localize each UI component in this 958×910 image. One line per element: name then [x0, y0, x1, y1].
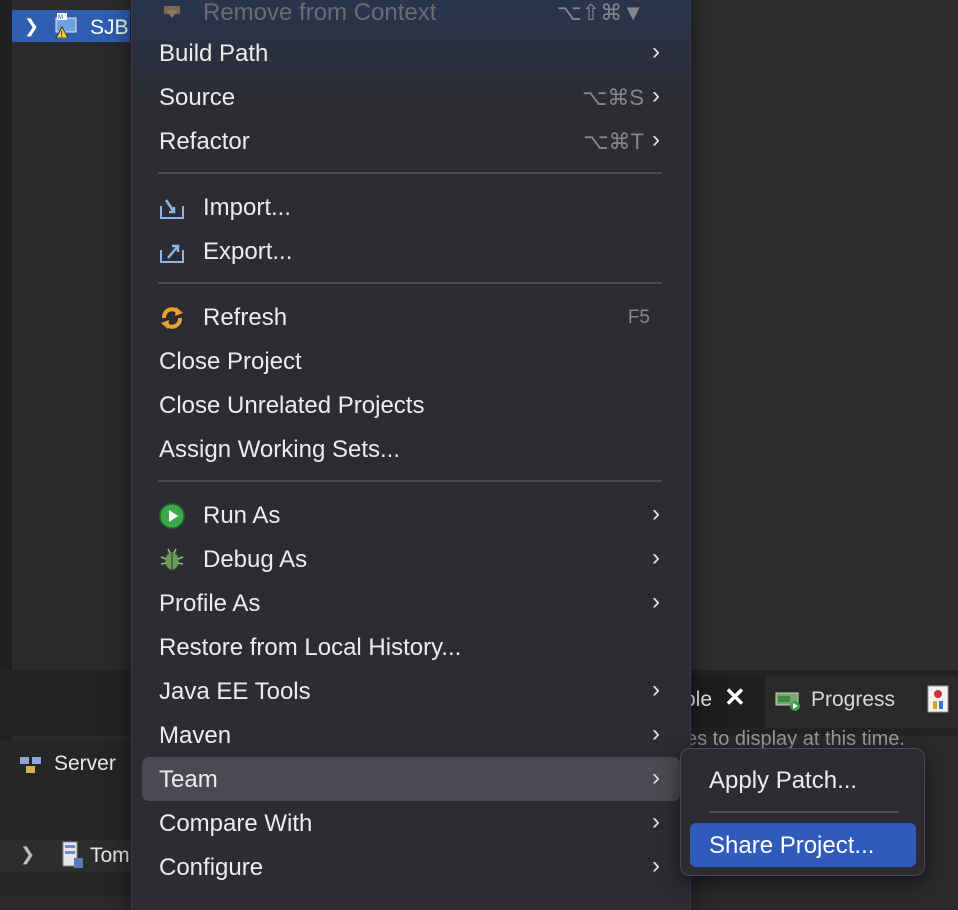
menu-separator: [158, 172, 662, 174]
menu-item-import[interactable]: Import...: [142, 185, 680, 229]
menu-item-refactor[interactable]: Refactor ⌥⌘T ›: [142, 119, 680, 163]
menu-item-java-ee-tools[interactable]: Java EE Tools ›: [142, 669, 680, 713]
chevron-right-icon: ›: [652, 676, 660, 703]
project-folder-icon: M !: [55, 13, 77, 38]
chevron-right-icon: ›: [652, 544, 660, 571]
chevron-right-icon: ›: [652, 852, 660, 879]
menu-item-run-as[interactable]: Run As ›: [142, 493, 680, 537]
menu-item-assign-working-sets[interactable]: Assign Working Sets...: [142, 427, 680, 471]
chevron-right-icon: ›: [652, 126, 660, 153]
chevron-right-icon: ›: [652, 38, 660, 65]
server-list-item[interactable]: ❯ Tom: [0, 840, 132, 872]
submenu-item-share-project[interactable]: Share Project...: [690, 823, 916, 867]
remove-context-icon: [164, 6, 180, 18]
chevron-right-icon: ›: [652, 500, 660, 527]
menu-item-configure[interactable]: Configure ›: [142, 845, 680, 889]
servers-panel: Server ❯ Tom: [0, 740, 132, 896]
menu-item-close-unrelated-projects[interactable]: Close Unrelated Projects: [142, 383, 680, 427]
svg-text:!: !: [61, 30, 63, 38]
menu-item-debug-as[interactable]: Debug As ›: [142, 537, 680, 581]
menu-item-source[interactable]: Source ⌥⌘S ›: [142, 75, 680, 119]
debug-bug-icon: [160, 548, 184, 571]
project-label: SJB: [90, 16, 129, 39]
team-submenu: Apply Patch... Share Project...: [680, 748, 925, 876]
svg-text:M: M: [58, 15, 63, 21]
chevron-right-icon: ›: [652, 588, 660, 615]
menu-item-compare-with[interactable]: Compare With ›: [142, 801, 680, 845]
menu-item-restore-local-history[interactable]: Restore from Local History...: [142, 625, 680, 669]
problems-view-icon[interactable]: [925, 684, 951, 714]
tab-progress[interactable]: Progress: [765, 676, 958, 728]
menu-item-team[interactable]: Team ›: [142, 757, 680, 801]
run-icon: [159, 503, 185, 529]
import-icon: [160, 199, 184, 219]
chevron-right-icon[interactable]: ❯: [20, 844, 35, 865]
server-entry-label: Tom: [90, 844, 130, 867]
tab-servers[interactable]: Server: [18, 752, 116, 776]
project-tree-row[interactable]: ❯ M ! SJB: [12, 10, 132, 42]
menu-item-close-project[interactable]: Close Project: [142, 339, 680, 383]
progress-icon: [775, 692, 800, 711]
servers-icon: [20, 757, 41, 774]
tomcat-server-icon: [62, 841, 83, 868]
menu-item-export[interactable]: Export...: [142, 229, 680, 273]
progress-tab-label: Progress: [811, 688, 896, 711]
chevron-right-icon: ›: [652, 764, 660, 791]
chevron-right-icon: ›: [652, 82, 660, 109]
export-icon: [160, 244, 184, 263]
menu-item-build-path[interactable]: Build Path ›: [142, 31, 680, 75]
servers-tab-label: Server: [54, 752, 116, 775]
menu-item-maven[interactable]: Maven ›: [142, 713, 680, 757]
chevron-right-icon[interactable]: ❯: [24, 16, 39, 37]
menu-item-profile-as[interactable]: Profile As ›: [142, 581, 680, 625]
menu-separator: [158, 282, 662, 284]
menu-separator: [709, 811, 899, 813]
refresh-icon: [161, 307, 183, 329]
menu-item-remove-from-context: Remove from Context ⌥⇧⌘▼: [142, 0, 680, 34]
chevron-right-icon: ›: [652, 720, 660, 747]
menu-separator: [158, 480, 662, 482]
chevron-right-icon: ›: [652, 808, 660, 835]
submenu-item-apply-patch[interactable]: Apply Patch...: [690, 758, 916, 802]
close-icon[interactable]: ✕: [724, 682, 746, 713]
menu-item-refresh[interactable]: Refresh F5: [142, 295, 680, 339]
project-context-menu: Remove from Context ⌥⇧⌘▼ Build Path › So…: [131, 0, 691, 910]
